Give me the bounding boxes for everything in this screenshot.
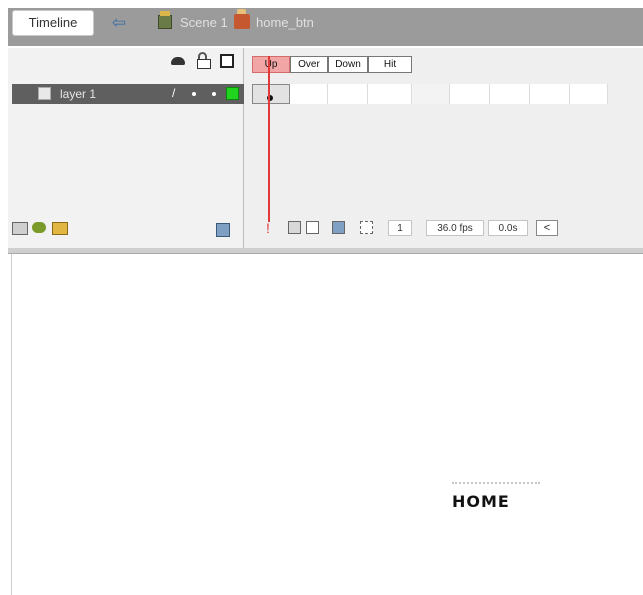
frame-cell-hit[interactable] (368, 84, 412, 104)
frame-rate-readout[interactable]: 36.0 fps (426, 220, 484, 236)
frame-cell-down[interactable] (328, 84, 368, 104)
tab-timeline[interactable]: Timeline (12, 10, 94, 36)
layers-panel (8, 48, 244, 248)
center-frame-icon[interactable]: ! (262, 220, 274, 236)
frame-cell[interactable] (490, 84, 530, 104)
frame-label-hit[interactable]: Hit (368, 56, 412, 73)
breadcrumb-symbol[interactable]: home_btn (256, 12, 314, 34)
frame-label-over[interactable]: Over (290, 56, 328, 73)
add-motion-guide-icon[interactable] (32, 220, 48, 234)
insert-folder-icon[interactable] (52, 220, 68, 235)
modify-onion-markers-icon[interactable] (360, 221, 373, 234)
outline-color-box[interactable] (226, 87, 239, 100)
add-layer-icon[interactable] (12, 220, 28, 235)
frame-cell[interactable] (570, 84, 608, 104)
button-hit-outline (452, 482, 540, 486)
lock-icon[interactable] (196, 52, 211, 69)
frame-cell-over[interactable] (290, 84, 328, 104)
visibility-dot[interactable] (192, 92, 196, 96)
back-arrow-icon[interactable]: ⇦ (104, 12, 134, 34)
outline-icon[interactable] (220, 54, 234, 68)
onion-skin-outlines-icon[interactable] (306, 221, 319, 234)
stage-edge (11, 254, 12, 595)
pencil-icon: / (172, 86, 176, 100)
scroll-left-button[interactable]: < (536, 220, 558, 236)
frame-label-up[interactable]: Up (252, 56, 290, 73)
lock-dot[interactable] (212, 92, 216, 96)
onion-skin-icon[interactable] (288, 221, 301, 234)
playhead[interactable] (268, 56, 270, 222)
frame-cell[interactable] (450, 84, 490, 104)
scene-icon (158, 11, 172, 29)
button-symbol-icon (234, 9, 250, 29)
breadcrumb-scene[interactable]: Scene 1 (180, 12, 228, 34)
layer-icon (38, 87, 51, 100)
current-frame-readout: 1 (388, 220, 412, 236)
frame-label-down[interactable]: Down (328, 56, 368, 73)
elapsed-time-readout: 0.0s (488, 220, 528, 236)
frame-cell-up[interactable] (252, 84, 290, 104)
edit-multiple-frames-icon[interactable] (332, 221, 345, 234)
home-button-text[interactable]: HOME (452, 492, 510, 511)
trash-icon[interactable] (215, 220, 230, 237)
layer-name[interactable]: layer 1 (60, 84, 96, 104)
stage[interactable] (8, 254, 643, 595)
eye-icon[interactable] (170, 53, 186, 67)
frame-cell[interactable] (530, 84, 570, 104)
frame-cell[interactable] (412, 84, 450, 104)
